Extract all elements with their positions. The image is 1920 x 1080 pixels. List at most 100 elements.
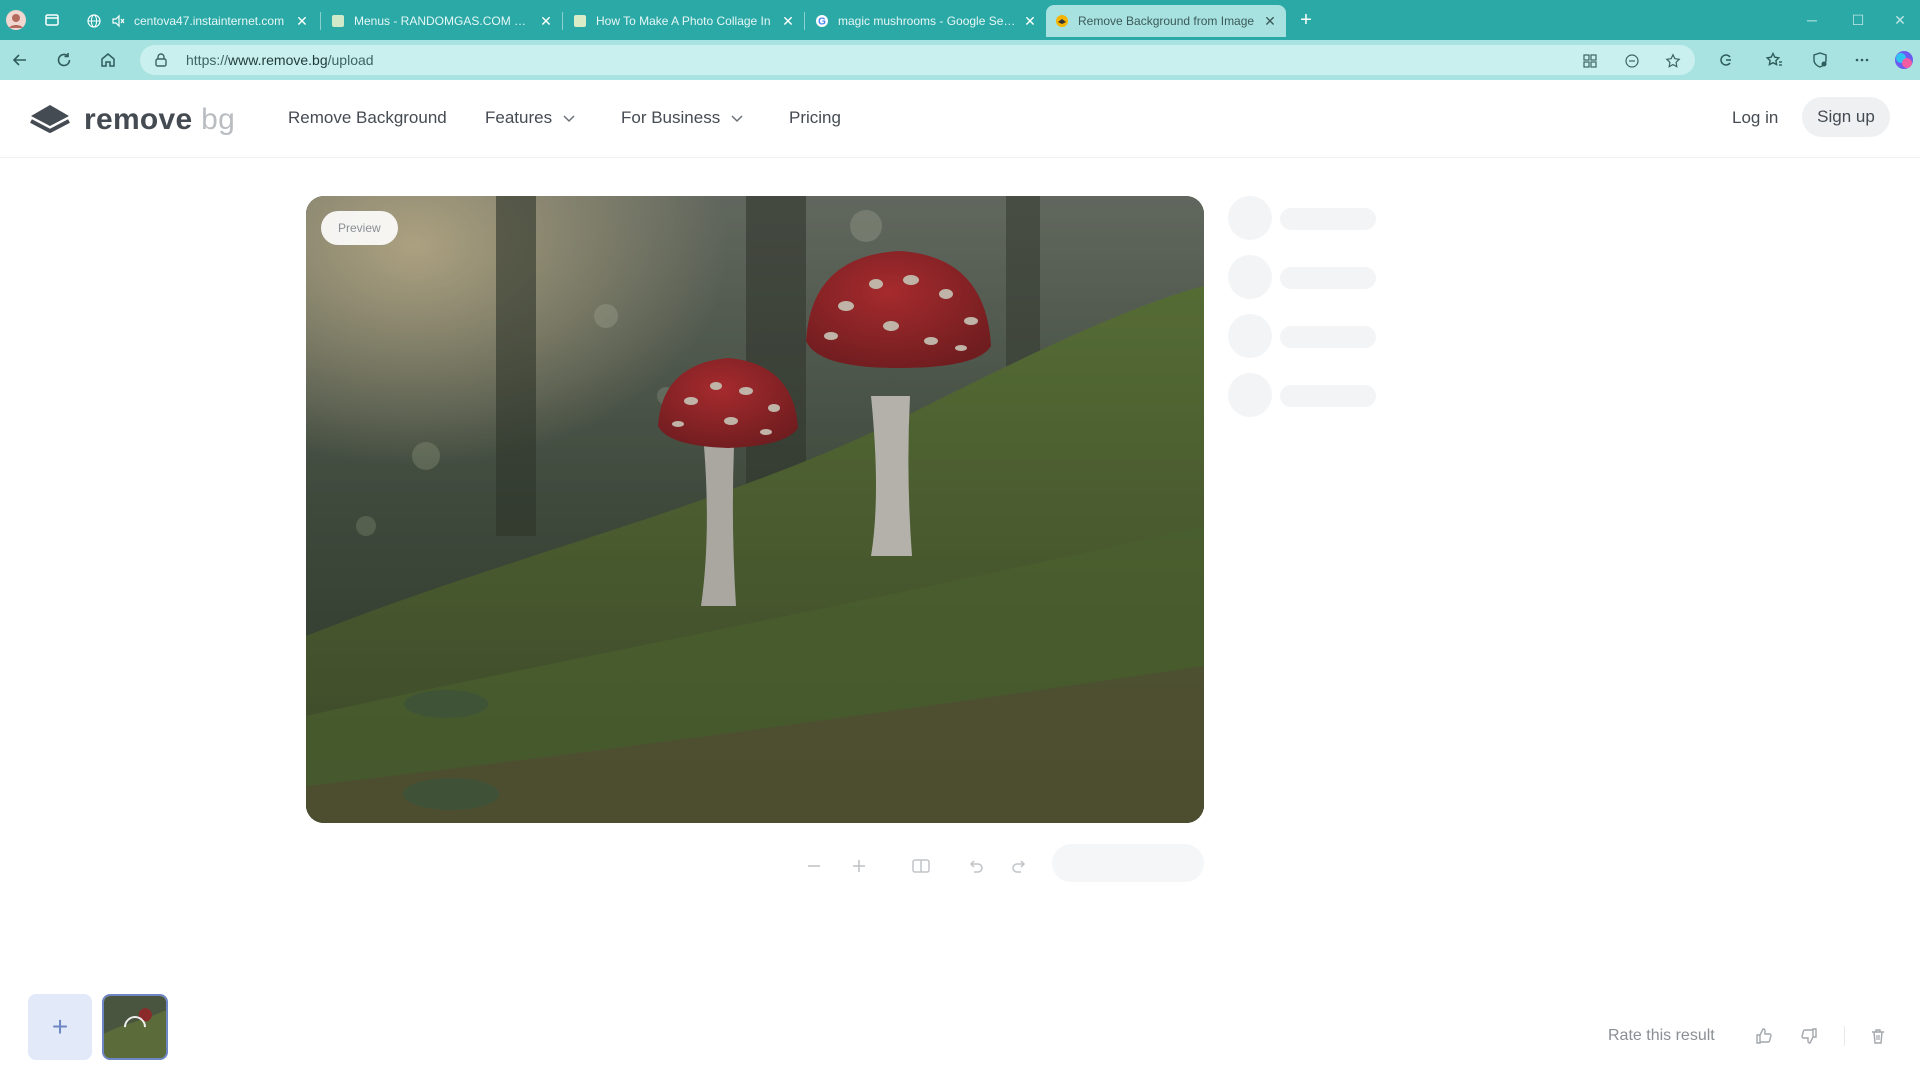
- close-tab-icon[interactable]: ✕: [1022, 13, 1038, 29]
- loading-placeholder-row: [1228, 314, 1378, 360]
- site-header: remove bg Remove Background Features For…: [0, 80, 1920, 158]
- processing-overlay: [306, 196, 1204, 823]
- close-tab-icon[interactable]: ✕: [780, 13, 796, 29]
- tab-randomgas[interactable]: Menus - RANDOMGAS.COM — It ✕: [322, 5, 562, 37]
- close-tab-icon[interactable]: ✕: [1262, 13, 1278, 29]
- loading-circle: [1228, 314, 1272, 358]
- copilot-icon[interactable]: [1890, 47, 1918, 73]
- more-options-icon[interactable]: [1848, 47, 1876, 73]
- logo-layers-icon: [30, 105, 70, 133]
- loading-circle: [1228, 196, 1272, 240]
- add-image-button[interactable]: +: [28, 994, 92, 1060]
- loading-bar: [1280, 326, 1376, 348]
- redo-icon: [1012, 860, 1026, 873]
- delete-button[interactable]: [1864, 1022, 1892, 1050]
- divider: [1844, 1026, 1845, 1046]
- thumbs-up-icon: [1756, 1028, 1772, 1044]
- browser-tab-bar: centova47.instainternet.com ✕ Menus - RA…: [0, 0, 1920, 40]
- compare-button[interactable]: [907, 852, 935, 880]
- logo-text-main: remove: [84, 103, 193, 136]
- extensions-icon[interactable]: [1712, 47, 1740, 73]
- tab-google-search[interactable]: G magic mushrooms - Google Search ✕: [806, 5, 1046, 37]
- redo-button[interactable]: [1005, 852, 1033, 880]
- plus-icon: [853, 860, 865, 872]
- tab-removebg[interactable]: Remove Background from Image ✕: [1046, 5, 1286, 37]
- home-icon[interactable]: [94, 47, 122, 73]
- thumbs-down-button[interactable]: [1795, 1022, 1823, 1050]
- maximize-icon[interactable]: ☐: [1838, 6, 1878, 34]
- nav-for-business[interactable]: For Business: [621, 108, 744, 128]
- tab-divider: [320, 12, 321, 30]
- preview-image[interactable]: Preview: [306, 196, 1204, 823]
- nav-pricing[interactable]: Pricing: [789, 108, 841, 128]
- preview-badge: Preview: [321, 211, 398, 245]
- loading-bar: [1280, 385, 1376, 407]
- zoom-out-button[interactable]: [800, 852, 828, 880]
- browser-essentials-icon[interactable]: [1806, 47, 1834, 73]
- nav-features-label: Features: [485, 108, 553, 127]
- undo-button[interactable]: [962, 852, 990, 880]
- tab-label: How To Make A Photo Collage In: [596, 14, 771, 28]
- tab-label: Remove Background from Image: [1078, 14, 1255, 28]
- page-icon: [572, 13, 588, 29]
- thumbs-down-icon: [1801, 1028, 1817, 1044]
- nav-remove-background[interactable]: Remove Background: [288, 108, 447, 128]
- minus-icon: [808, 865, 820, 867]
- refresh-icon[interactable]: [50, 47, 78, 73]
- minimize-icon[interactable]: ─: [1792, 6, 1832, 34]
- removebg-icon: [1054, 13, 1070, 29]
- thumbs-up-button[interactable]: [1750, 1022, 1778, 1050]
- tab-label: centova47.instainternet.com: [134, 14, 285, 28]
- rate-result-label: Rate this result: [1608, 1027, 1715, 1044]
- tab-centova[interactable]: centova47.instainternet.com ✕: [78, 5, 318, 37]
- signup-button[interactable]: Sign up: [1802, 97, 1890, 137]
- speaker-muted-icon[interactable]: [110, 13, 126, 29]
- download-button-placeholder[interactable]: [1052, 844, 1204, 882]
- logo-text-light: bg: [201, 103, 236, 136]
- chevron-down-icon: [563, 115, 575, 123]
- compare-icon: [912, 859, 930, 873]
- svg-text:G: G: [818, 17, 826, 28]
- zoom-in-button[interactable]: [845, 852, 873, 880]
- favorites-icon[interactable]: [1760, 47, 1788, 73]
- removebg-logo[interactable]: remove bg: [28, 100, 235, 140]
- zoom-out-icon[interactable]: [1622, 51, 1642, 71]
- url-path: /upload: [327, 52, 374, 68]
- loading-bar: [1280, 208, 1376, 230]
- url-scheme: https://: [186, 52, 229, 68]
- loading-circle: [1228, 255, 1272, 299]
- globe-icon: [86, 13, 102, 29]
- close-window-icon[interactable]: ✕: [1880, 6, 1920, 34]
- url-text: https://www.remove.bg/upload: [186, 52, 374, 68]
- loading-placeholder-row: [1228, 196, 1378, 242]
- loading-placeholder-row: [1228, 255, 1378, 301]
- favorite-star-icon[interactable]: [1663, 51, 1683, 71]
- google-icon: G: [814, 13, 830, 29]
- browser-toolbar: https://www.remove.bg/upload: [0, 40, 1920, 80]
- back-arrow-icon[interactable]: [6, 47, 34, 73]
- nav-pricing-label: Pricing: [789, 108, 841, 127]
- nav-remove-background-label: Remove Background: [288, 108, 447, 127]
- new-tab-button[interactable]: +: [1294, 8, 1318, 32]
- tab-actions-icon[interactable]: [40, 8, 64, 32]
- address-bar[interactable]: https://www.remove.bg/upload: [140, 45, 1695, 75]
- loading-bar: [1280, 267, 1376, 289]
- undo-icon: [969, 860, 983, 873]
- page-icon: [330, 13, 346, 29]
- tab-photo-collage[interactable]: How To Make A Photo Collage In ✕: [564, 5, 804, 37]
- close-tab-icon[interactable]: ✕: [294, 13, 310, 29]
- nav-features[interactable]: Features: [485, 108, 576, 128]
- loading-placeholder-row: [1228, 373, 1378, 419]
- app-grid-icon[interactable]: [1580, 51, 1600, 71]
- logo-text: remove bg: [84, 103, 235, 137]
- trash-icon: [1872, 1029, 1884, 1044]
- login-link[interactable]: Log in: [1732, 108, 1778, 128]
- tab-divider: [562, 12, 563, 30]
- profile-avatar-icon[interactable]: [4, 8, 28, 32]
- url-domain: www.remove.bg: [228, 52, 328, 68]
- image-thumbnail[interactable]: [102, 994, 168, 1060]
- chevron-down-icon: [731, 115, 743, 123]
- loading-circle: [1228, 373, 1272, 417]
- lock-icon[interactable]: [152, 51, 170, 69]
- close-tab-icon[interactable]: ✕: [538, 13, 554, 29]
